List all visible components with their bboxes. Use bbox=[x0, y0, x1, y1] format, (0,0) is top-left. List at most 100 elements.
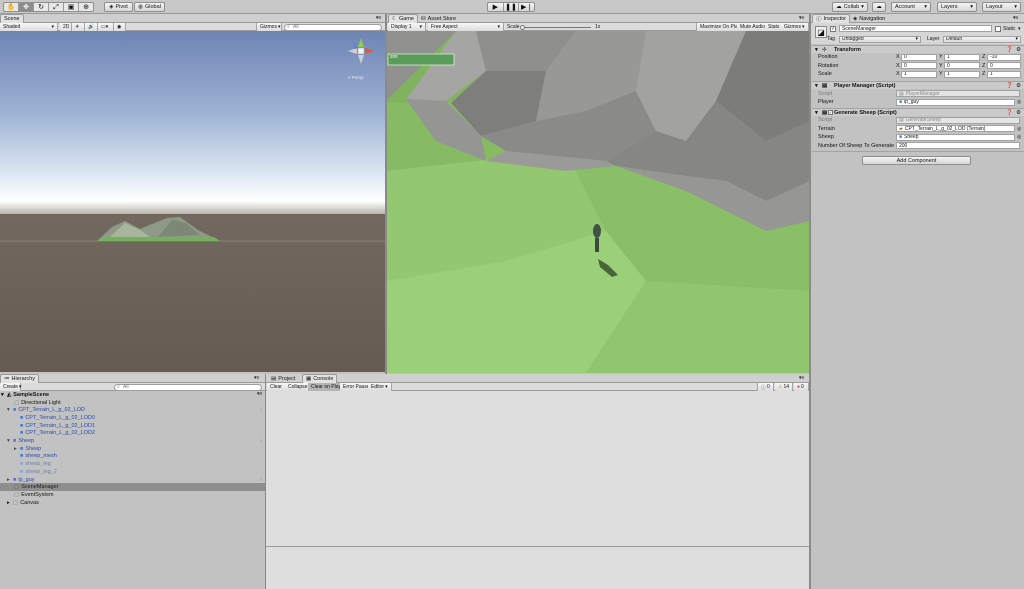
generate-sheep-header[interactable]: ▾ ▤ ✓ Generate Sheep (Script) ❓ ⚙ bbox=[812, 108, 1024, 116]
pm-player-field[interactable]: ■ lp_guy bbox=[896, 98, 1015, 106]
scene-menu-icon[interactable]: ▾≡ bbox=[257, 391, 262, 397]
list-item[interactable]: ■ CPT_Terrain_L_g_02_LOD0 bbox=[0, 414, 265, 422]
list-item[interactable]: ■ sheep_leg bbox=[0, 460, 265, 468]
list-item[interactable]: ■ CPT_Terrain_L_g_02_LOD2 bbox=[0, 430, 265, 438]
active-checkbox[interactable]: ✓ bbox=[830, 26, 836, 32]
persp-label[interactable]: ≡ Persp bbox=[348, 75, 364, 80]
object-picker-icon[interactable]: ◎ bbox=[1017, 126, 1021, 132]
console-info-filter[interactable]: ⓘ 0 bbox=[757, 383, 774, 391]
rotation-y-field[interactable]: 0 bbox=[944, 62, 980, 69]
toggle-2d-button[interactable]: 2D bbox=[60, 23, 72, 31]
position-x-field[interactable]: 0 bbox=[901, 53, 937, 61]
add-component-button[interactable]: Add Component bbox=[862, 156, 971, 165]
display-dropdown[interactable]: Display 1 ▾ bbox=[388, 23, 426, 31]
step-icon[interactable]: ▶❘ bbox=[519, 3, 534, 11]
inspector-divider[interactable] bbox=[809, 14, 811, 589]
scale-x-field[interactable]: 1 bbox=[901, 70, 937, 78]
scene-panel-menu-icon[interactable]: ▾≡ bbox=[376, 15, 381, 21]
bottom-divider[interactable] bbox=[265, 374, 266, 589]
pause-icon[interactable]: ❚❚ bbox=[503, 3, 520, 11]
scene-viewport[interactable]: ≡ Persp bbox=[0, 31, 385, 372]
tab-asset-store[interactable]: ⛁ Asset Store bbox=[418, 14, 459, 23]
lighting-toggle-icon[interactable]: ☀ bbox=[72, 23, 85, 31]
list-item[interactable]: ■ CPT_Terrain_L_g_02_LOD1 bbox=[0, 422, 265, 430]
collab-button[interactable]: ☁ Collab ▾ bbox=[832, 2, 868, 12]
tab-console[interactable]: ▦ Console bbox=[302, 374, 338, 383]
transform-header[interactable]: ▾ ⊹ Transform ❓ ⚙ bbox=[812, 45, 1024, 53]
position-z-field[interactable]: -10 bbox=[987, 53, 1021, 61]
list-item[interactable]: ■ sheep_leg_2 bbox=[0, 468, 265, 476]
rotation-z-field[interactable]: 0 bbox=[987, 62, 1021, 69]
object-picker-icon[interactable]: ◎ bbox=[1017, 134, 1021, 140]
hierarchy-create-dropdown[interactable]: Create ▾ bbox=[0, 383, 22, 391]
enabled-checkbox[interactable]: ✓ bbox=[828, 110, 833, 115]
scale-tool-icon[interactable]: ⤢ bbox=[49, 3, 64, 11]
scale-z-field[interactable]: 1 bbox=[987, 70, 1021, 78]
account-button[interactable]: Account ▾ bbox=[891, 2, 931, 12]
scale-slider[interactable] bbox=[521, 26, 591, 28]
global-button[interactable]: ◍ Global bbox=[134, 2, 165, 12]
aspect-dropdown[interactable]: Free Aspect ▾ bbox=[428, 23, 504, 31]
move-tool-icon[interactable]: ✥ bbox=[19, 3, 34, 11]
pivot-button[interactable]: ◈ Pivot bbox=[104, 2, 133, 12]
list-item[interactable]: ▢ EventSystem bbox=[0, 491, 265, 499]
rotate-tool-icon[interactable]: ↻ bbox=[34, 3, 49, 11]
shading-dropdown[interactable]: Shaded ▾ bbox=[0, 23, 58, 31]
object-name-field[interactable]: SceneManager bbox=[839, 25, 992, 32]
scale-slider-thumb[interactable] bbox=[520, 24, 525, 30]
game-viewport[interactable]: 200 bbox=[386, 31, 810, 373]
game-gizmos-dropdown[interactable]: Gizmos ▾ bbox=[781, 23, 809, 31]
tag-dropdown[interactable]: Untagged ▾ bbox=[839, 35, 921, 43]
scene-gizmo[interactable] bbox=[347, 37, 375, 65]
list-item-selected[interactable]: ▢ SceneManager bbox=[0, 483, 265, 492]
scene-root-row[interactable]: ▾ ◭ SampleScene bbox=[0, 391, 265, 399]
tab-hierarchy[interactable]: ≔ Hierarchy bbox=[0, 374, 40, 383]
game-panel-menu-icon[interactable]: ▾≡ bbox=[799, 15, 804, 21]
console-log-area[interactable] bbox=[266, 391, 809, 546]
layout-button[interactable]: Layout ▾ bbox=[982, 2, 1021, 12]
layers-button[interactable]: Layers ▾ bbox=[937, 2, 977, 12]
scene-search-input[interactable]: ⌕ All bbox=[284, 23, 382, 31]
scene-gizmos-dropdown[interactable]: Gizmos ▾ bbox=[256, 23, 282, 31]
tab-game[interactable]: ☾ Game bbox=[388, 14, 418, 23]
cloud-services-button[interactable]: ☁ bbox=[872, 2, 886, 12]
console-panel-menu-icon[interactable]: ▾≡ bbox=[799, 375, 804, 381]
gs-sheep-field[interactable]: ■ Sheep bbox=[896, 133, 1015, 141]
list-item[interactable]: ▢ Directional Light bbox=[0, 399, 265, 407]
scene-visibility-icon[interactable]: ◉ bbox=[114, 23, 126, 31]
console-warning-filter[interactable]: ⚠ 14 bbox=[775, 383, 794, 391]
object-picker-icon[interactable]: ◎ bbox=[1017, 99, 1021, 105]
player-manager-header[interactable]: ▾ ▤ Player Manager (Script) ❓ ⚙ bbox=[812, 81, 1024, 89]
list-item[interactable]: ▸ ▢ Canvas bbox=[0, 499, 265, 507]
hierarchy-search-input[interactable]: ⌕ All bbox=[114, 383, 262, 391]
console-editor-dropdown[interactable]: Editor ▾ bbox=[368, 383, 392, 391]
list-item[interactable]: ▾ ■ CPT_Terrain_L_g_02_LOD › bbox=[0, 406, 265, 414]
rect-tool-icon[interactable]: ▣ bbox=[64, 3, 79, 11]
inspector-panel-menu-icon[interactable]: ▾≡ bbox=[1013, 15, 1018, 21]
play-icon[interactable]: ▶ bbox=[488, 3, 504, 11]
tab-scene[interactable]: Scene bbox=[0, 14, 24, 23]
list-item[interactable]: ■ sheep_mesh bbox=[0, 453, 265, 461]
gs-terrain-field[interactable]: ▰ CPT_Terrain_L_g_02_LOD (Terrain) bbox=[896, 125, 1015, 132]
tab-navigation[interactable]: ◈ Navigation bbox=[850, 14, 888, 23]
list-item[interactable]: ▸ ■ lp_guy › bbox=[0, 476, 265, 484]
tab-inspector[interactable]: ⓘ Inspector bbox=[812, 14, 851, 23]
audio-toggle-icon[interactable]: 🔊 bbox=[85, 23, 98, 31]
panel-divider[interactable] bbox=[385, 14, 387, 374]
gs-count-field[interactable]: 200 bbox=[896, 142, 1020, 149]
list-item[interactable]: ▾ ■ Sheep › bbox=[0, 437, 265, 445]
console-error-filter[interactable]: ● 0 bbox=[794, 383, 809, 391]
static-checkbox[interactable] bbox=[995, 26, 1001, 32]
layer-dropdown[interactable]: Default ▾ bbox=[943, 35, 1021, 43]
effects-dropdown-icon[interactable]: ▭▾ bbox=[98, 23, 114, 31]
hand-tool-icon[interactable]: ✋ bbox=[4, 3, 19, 11]
tab-project[interactable]: ▤ Project bbox=[268, 374, 298, 383]
list-item[interactable]: ▸ ■ Sheep bbox=[0, 445, 265, 453]
scale-y-field[interactable]: 1 bbox=[944, 70, 980, 78]
transform-tool-icon[interactable]: ⊕ bbox=[79, 3, 93, 11]
static-dropdown-icon[interactable]: ▾ bbox=[1018, 26, 1021, 32]
hierarchy-panel-menu-icon[interactable]: ▾≡ bbox=[254, 375, 259, 381]
rotation-x-field[interactable]: 0 bbox=[901, 62, 937, 69]
console-clear-button[interactable]: Clear bbox=[267, 383, 286, 391]
position-y-field[interactable]: 1 bbox=[944, 53, 980, 61]
